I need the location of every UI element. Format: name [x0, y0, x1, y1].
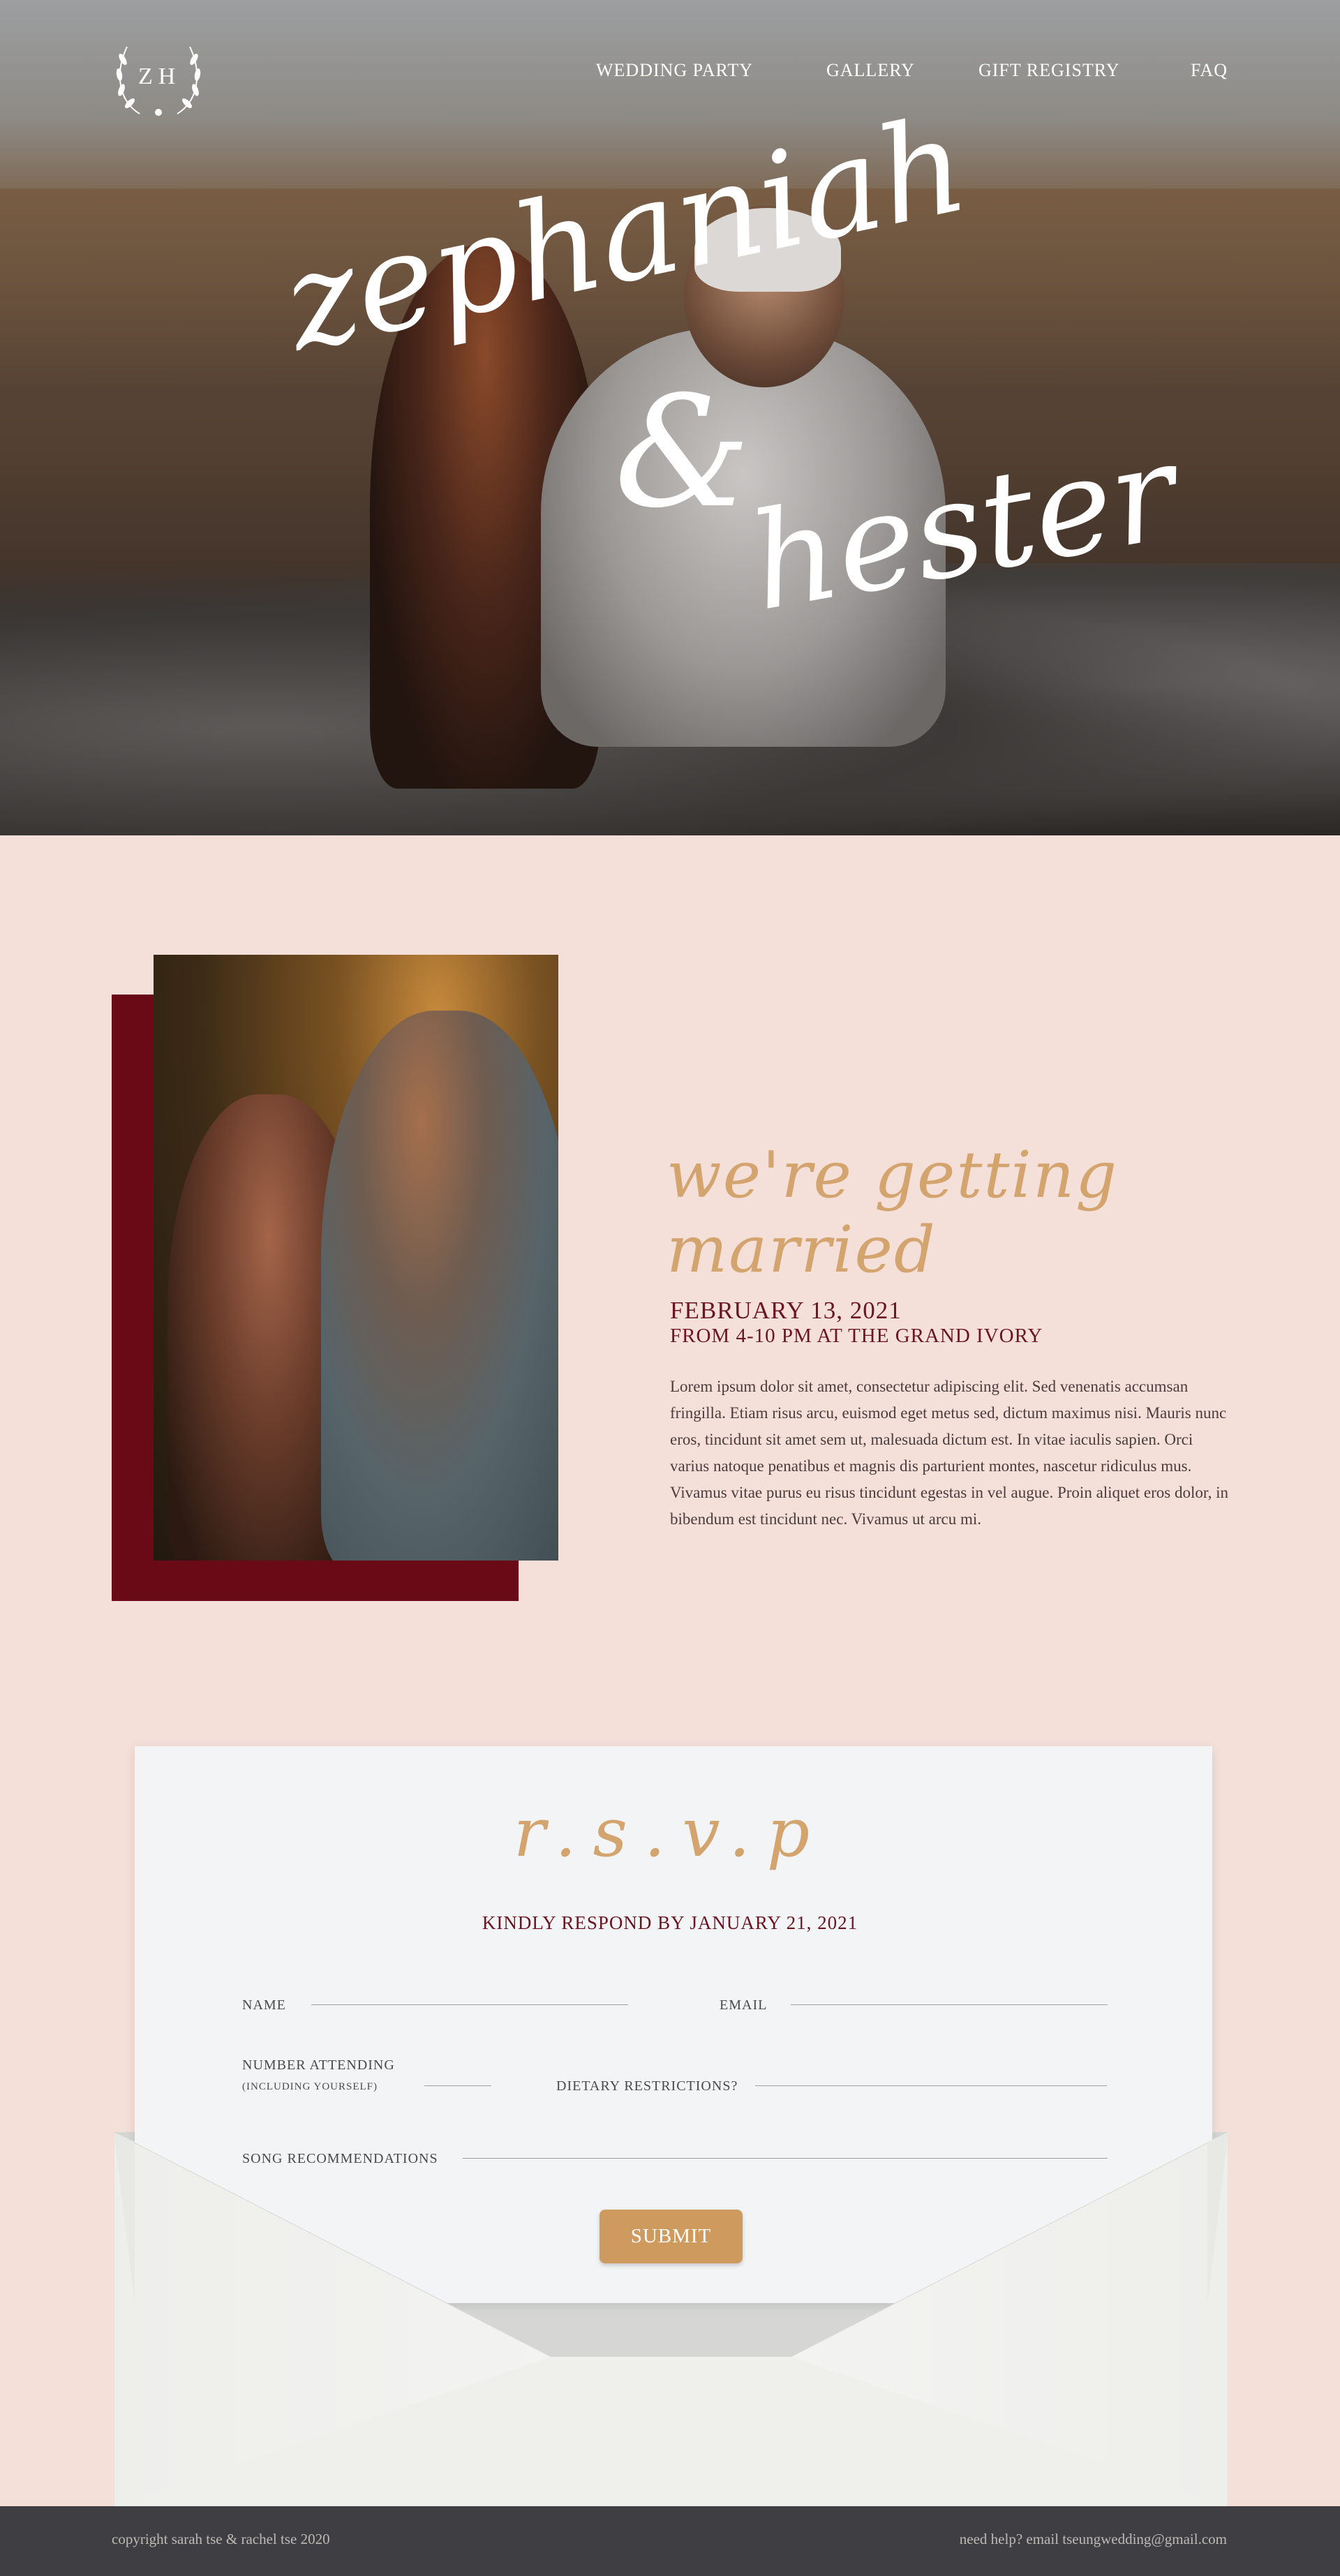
couple-photo	[154, 955, 558, 1561]
hero-section: ZH WEDDING PARTY GALLERY GIFT REGISTRY F…	[0, 0, 1340, 835]
nav-gift-registry[interactable]: GIFT REGISTRY	[978, 60, 1120, 81]
footer: copyright sarah tse & rachel tse 2020 ne…	[0, 2506, 1340, 2576]
name-label: NAME	[242, 1997, 286, 2013]
getting-married-heading: we're getting married	[667, 1138, 1118, 1287]
rsvp-title: r.s.v.p	[513, 1794, 827, 1872]
zh-monogram-logo[interactable]: ZH	[112, 38, 205, 121]
nav-wedding-party[interactable]: WEDDING PARTY	[596, 60, 753, 81]
couple-photo-man	[321, 1011, 558, 1561]
monogram-letters: ZH	[138, 64, 181, 89]
envelope-front	[114, 2132, 1228, 2506]
number-attending-label: NUMBER ATTENDING	[242, 2057, 395, 2073]
wedding-time-venue: FROM 4-10 PM AT THE GRAND IVORY	[670, 1325, 1043, 1347]
wedding-date: FEBRUARY 13, 2021	[670, 1297, 902, 1324]
dietary-label: DIETARY RESTRICTIONS?	[556, 2078, 738, 2094]
nav-faq[interactable]: FAQ	[1191, 60, 1228, 81]
respond-by-text: KINDLY RESPOND BY JANUARY 21, 2021	[482, 1912, 858, 1933]
number-attending-sublabel: (INCLUDING YOURSELF)	[242, 2081, 378, 2092]
footer-copyright: copyright sarah tse & rachel tse 2020	[112, 2531, 330, 2547]
wedding-description: Lorem ipsum dolor sit amet, consectetur …	[670, 1378, 1228, 1528]
footer-help-email[interactable]: need help? email tseungwedding@gmail.com	[960, 2531, 1227, 2548]
name-input[interactable]	[311, 2003, 628, 2005]
nav-gallery[interactable]: GALLERY	[826, 60, 915, 81]
number-attending-input[interactable]	[424, 2084, 491, 2086]
hero-ampersand: &	[614, 363, 751, 542]
email-input[interactable]	[791, 2003, 1108, 2005]
email-label: EMAIL	[720, 1997, 768, 2013]
submit-button[interactable]: SUBMIT	[600, 2210, 743, 2263]
dietary-input[interactable]	[755, 2084, 1107, 2086]
